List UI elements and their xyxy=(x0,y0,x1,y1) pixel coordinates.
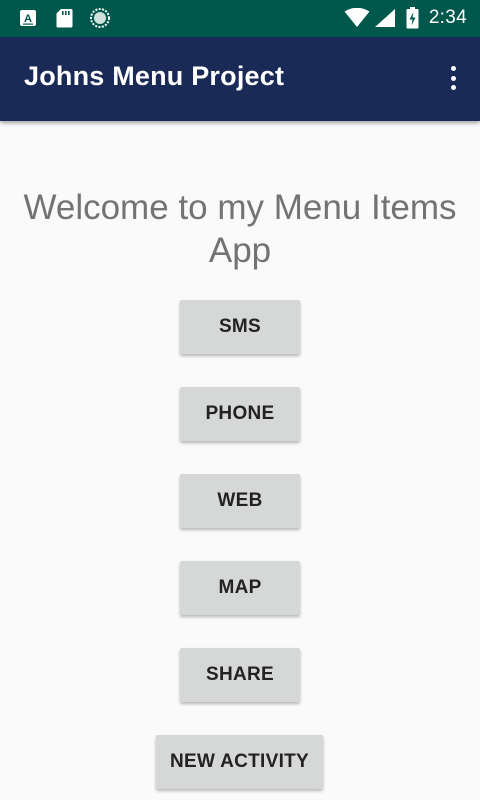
sd-card-icon xyxy=(53,7,75,29)
app-title: Johns Menu Project xyxy=(24,61,285,91)
more-vert-icon[interactable] xyxy=(446,63,460,93)
status-bar: A 2:34 xyxy=(0,0,480,37)
sync-circle-icon xyxy=(89,7,111,29)
wifi-icon xyxy=(343,6,371,30)
svg-text:A: A xyxy=(24,13,32,25)
phone-button[interactable]: PHONE xyxy=(180,387,300,441)
new-activity-button[interactable]: NEW ACTIVITY xyxy=(156,735,323,789)
battery-charging-icon xyxy=(405,6,421,30)
app-bar: Johns Menu Project xyxy=(0,37,480,121)
map-button[interactable]: MAP xyxy=(180,561,300,615)
welcome-text: Welcome to my Menu Items App xyxy=(23,188,457,270)
web-button[interactable]: WEB xyxy=(180,474,300,528)
clock-time: 2:34 xyxy=(428,7,467,28)
status-right-icons: 2:34 xyxy=(343,6,467,30)
sms-button[interactable]: SMS xyxy=(180,300,300,354)
share-button[interactable]: SHARE xyxy=(180,648,300,702)
signal-icon xyxy=(373,6,397,30)
a-notification-icon: A xyxy=(17,7,39,29)
status-left-icons: A xyxy=(17,7,111,29)
